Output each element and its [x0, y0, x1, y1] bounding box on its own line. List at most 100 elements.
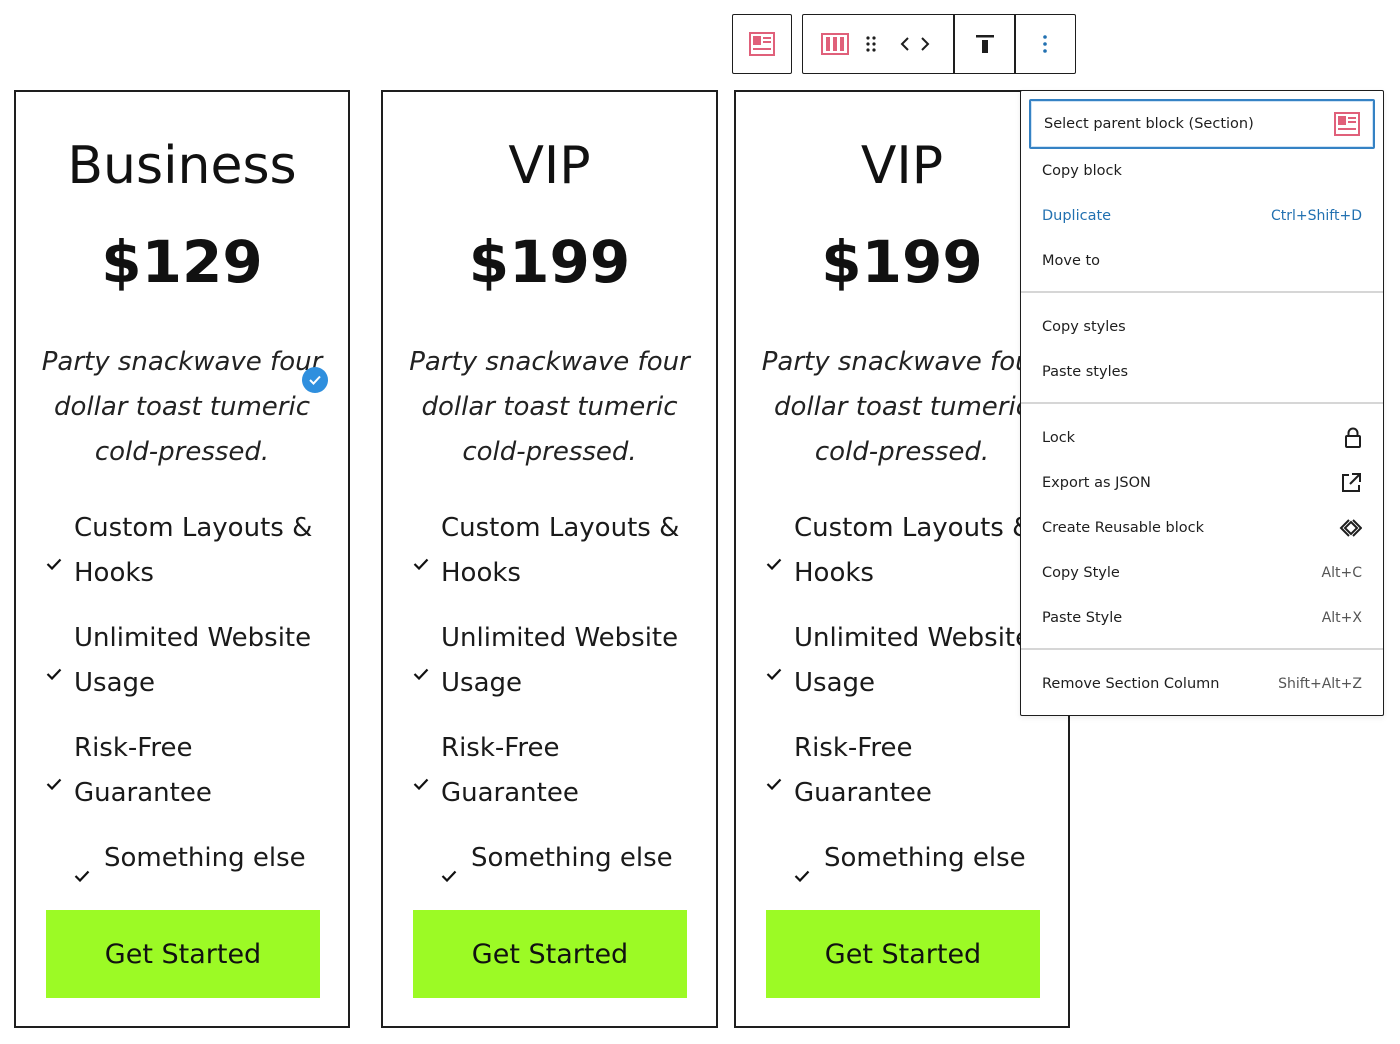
menu-divider — [1021, 648, 1383, 650]
pricing-card[interactable]: VIP $199 Party snackwave four dollar toast… — [381, 90, 718, 1028]
feature-item: Something else — [413, 836, 704, 883]
menu-item-label: Create Reusable block — [1042, 520, 1204, 536]
menu-item-label: Select parent block (Section) — [1044, 116, 1254, 132]
checkmark-icon — [74, 852, 90, 883]
chevron-right-icon — [921, 37, 930, 51]
menu-item-label: Copy block — [1042, 163, 1122, 179]
menu-item-paste-styles[interactable]: Paste styles — [1029, 350, 1375, 394]
feature-item: Risk-Free Guarantee — [766, 726, 1056, 816]
block-options-menu: Select parent block (Section) Copy block… — [1020, 90, 1384, 716]
external-link-icon — [1340, 472, 1362, 494]
plan-title: VIP — [508, 136, 591, 196]
get-started-button[interactable]: Get Started — [46, 910, 320, 998]
menu-item-copy-style[interactable]: Copy Style Alt+C — [1029, 551, 1375, 595]
plan-price: $129 — [101, 228, 263, 296]
toolbar-main-group — [802, 14, 1076, 74]
menu-item-label: Copy styles — [1042, 319, 1126, 335]
feature-text: Risk-Free Guarantee — [74, 733, 212, 808]
menu-item-label: Export as JSON — [1042, 475, 1151, 491]
feature-item: Risk-Free Guarantee — [413, 726, 704, 816]
menu-item-label: Move to — [1042, 253, 1101, 269]
menu-item-label: Duplicate — [1042, 208, 1112, 224]
plan-title: VIP — [860, 136, 944, 196]
menu-item-shortcut: Shift+Alt+Z — [1278, 676, 1362, 692]
feature-text: Unlimited Website Usage — [74, 623, 312, 698]
reusable-block-icon — [1338, 518, 1362, 538]
menu-item-duplicate[interactable]: Duplicate Ctrl+Shift+D — [1029, 194, 1375, 238]
menu-item-shortcut: Alt+C — [1321, 565, 1362, 581]
menu-item-select-parent[interactable]: Select parent block (Section) — [1029, 99, 1375, 149]
feature-text: Unlimited Website Usage — [794, 623, 1032, 698]
drag-handle-icon — [866, 36, 876, 52]
plan-price: $199 — [468, 228, 631, 296]
toolbar-parent-group — [732, 14, 792, 74]
plan-price: $199 — [821, 228, 983, 296]
menu-item-create-reusable[interactable]: Create Reusable block — [1029, 506, 1375, 550]
checkmark-icon — [413, 650, 429, 681]
checkmark-icon — [46, 540, 62, 571]
drag-handle[interactable] — [859, 15, 883, 73]
select-parent-button[interactable] — [733, 15, 791, 73]
feature-text: Risk-Free Guarantee — [441, 733, 579, 808]
feature-text: Unlimited Website Usage — [441, 623, 679, 698]
feature-item: Risk-Free Guarantee — [46, 726, 336, 816]
feature-item: Unlimited Website Usage — [46, 616, 336, 706]
plan-description: Party snackwave four dollar toast tumeri… — [409, 347, 690, 467]
menu-item-paste-style[interactable]: Paste Style Alt+X — [1029, 596, 1375, 640]
selected-check-icon — [302, 367, 328, 393]
plan-description: Party snackwave four dollar toast tumeri… — [761, 347, 1043, 467]
more-options-icon — [1043, 35, 1047, 53]
checkmark-icon — [413, 540, 429, 571]
menu-item-export-json[interactable]: Export as JSON — [1029, 461, 1375, 505]
move-right-button[interactable] — [915, 15, 935, 73]
align-top-icon — [976, 35, 994, 53]
lock-icon — [1344, 427, 1362, 449]
columns-block-icon — [821, 33, 849, 55]
plan-title: Business — [67, 136, 297, 196]
feature-text: Risk-Free Guarantee — [794, 733, 932, 808]
feature-text: Custom Layouts & Hooks — [74, 513, 313, 588]
feature-item: Custom Layouts & Hooks — [766, 506, 1056, 596]
more-options-button[interactable] — [1016, 15, 1074, 73]
checkmark-icon — [766, 540, 782, 571]
menu-item-label: Remove Section Column — [1042, 676, 1220, 692]
menu-item-shortcut: Alt+X — [1321, 610, 1362, 626]
menu-item-label: Copy Style — [1042, 565, 1120, 581]
plan-description: Party snackwave four dollar toast tumeri… — [41, 347, 323, 467]
menu-item-remove-section-column[interactable]: Remove Section Column Shift+Alt+Z — [1029, 662, 1375, 706]
checkmark-icon — [794, 852, 810, 883]
checkmark-icon — [766, 760, 782, 791]
get-started-button[interactable]: Get Started — [413, 910, 687, 998]
block-type-button[interactable] — [807, 15, 863, 73]
menu-item-label: Paste Style — [1042, 610, 1123, 626]
feature-text: Custom Layouts & Hooks — [794, 513, 1033, 588]
menu-item-label: Paste styles — [1042, 364, 1129, 380]
feature-item: Custom Layouts & Hooks — [413, 506, 704, 596]
feature-text: Something else — [471, 843, 673, 873]
section-block-icon — [1334, 112, 1360, 136]
menu-item-label: Lock — [1042, 430, 1076, 446]
menu-item-move-to[interactable]: Move to — [1029, 239, 1375, 283]
checkmark-icon — [46, 760, 62, 791]
checkmark-icon — [441, 852, 457, 883]
menu-item-copy-block[interactable]: Copy block — [1029, 149, 1375, 193]
menu-item-lock[interactable]: Lock — [1029, 416, 1375, 460]
feature-text: Custom Layouts & Hooks — [441, 513, 680, 588]
menu-item-shortcut: Ctrl+Shift+D — [1271, 208, 1362, 224]
menu-divider — [1021, 291, 1383, 293]
chevron-left-icon — [900, 37, 909, 51]
feature-item: Unlimited Website Usage — [413, 616, 704, 706]
menu-item-copy-styles[interactable]: Copy styles — [1029, 305, 1375, 349]
feature-text: Something else — [104, 843, 306, 873]
feature-item: Unlimited Website Usage — [766, 616, 1056, 706]
checkmark-icon — [46, 650, 62, 681]
checkmark-icon — [766, 650, 782, 681]
vertical-align-button[interactable] — [955, 15, 1015, 73]
feature-item: Something else — [766, 836, 1056, 883]
get-started-button[interactable]: Get Started — [766, 910, 1040, 998]
move-left-button[interactable] — [895, 15, 915, 73]
menu-divider — [1021, 402, 1383, 404]
pricing-card[interactable]: Business $129 Party snackwave four dollar … — [14, 90, 350, 1028]
feature-item: Custom Layouts & Hooks — [46, 506, 336, 596]
section-block-icon — [749, 32, 775, 56]
